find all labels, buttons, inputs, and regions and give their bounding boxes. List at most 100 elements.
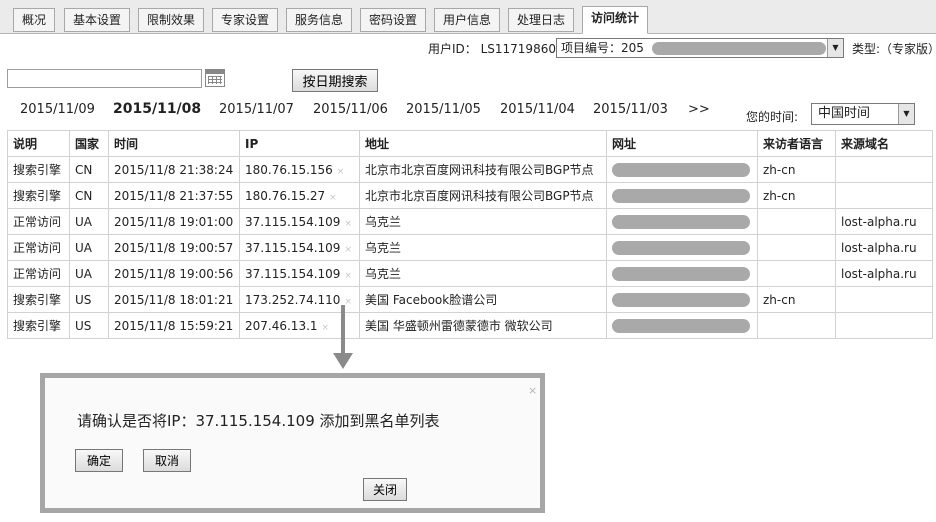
cell-source-domain: lost-alpha.ru [835,208,933,235]
add-blacklist-icon[interactable]: × [344,219,352,229]
timezone-label: 您的时间: [746,110,799,124]
date-link-1103[interactable]: 2015/11/03 [593,102,668,117]
cell-ip: 180.76.15.27 × [239,182,360,209]
header-source-domain: 来源域名 [835,130,933,157]
cell-ip: 37.115.154.109 × [239,208,360,235]
table-row: 正常访问 UA 2015/11/8 19:00:56 37.115.154.10… [7,260,933,287]
cell-visitor-language: zh-cn [757,156,836,183]
add-blacklist-icon[interactable]: × [337,167,345,177]
redacted-url [612,162,750,177]
redacted-project-number [652,42,826,55]
tab-restriction-effect[interactable]: 限制效果 [138,8,205,32]
cell-visitor-language: zh-cn [757,182,836,209]
tab-user-info[interactable]: 用户信息 [434,8,501,32]
search-by-date-button[interactable]: 按日期搜索 [292,69,378,92]
cell-source-domain [835,156,933,183]
date-input[interactable] [7,69,202,88]
cell-time: 2015/11/8 19:01:00 [108,208,240,235]
close-icon[interactable]: × [528,384,537,397]
cell-visitor-language [757,312,836,339]
date-link-1106[interactable]: 2015/11/06 [313,102,388,117]
cell-country: CN [69,182,109,209]
cell-time: 2015/11/8 19:00:56 [108,260,240,287]
cell-country: UA [69,234,109,261]
next-dates-link[interactable]: >> [688,102,710,117]
date-link-1105[interactable]: 2015/11/05 [406,102,481,117]
add-blacklist-icon[interactable]: × [322,323,330,333]
cell-description: 正常访问 [7,208,70,235]
add-blacklist-icon[interactable]: × [344,245,352,255]
cell-description: 搜索引擎 [7,286,70,313]
calendar-icon[interactable] [205,69,225,87]
cell-description: 搜索引擎 [7,156,70,183]
cell-address: 乌克兰 [359,208,607,235]
arrow-head-icon [333,353,353,369]
redacted-url [612,318,750,333]
cell-url [606,208,758,235]
cell-source-domain: lost-alpha.ru [835,260,933,287]
redacted-url [612,240,750,255]
cell-country: CN [69,156,109,183]
project-select[interactable]: 项目编号：205 ▼ [556,38,844,58]
add-blacklist-icon[interactable]: × [344,271,352,281]
header-time: 时间 [108,130,240,157]
ip-value: 180.76.15.156 [245,162,333,177]
cell-address: 乌克兰 [359,234,607,261]
chevron-down-icon: ▼ [898,104,914,124]
date-link-1104[interactable]: 2015/11/04 [500,102,575,117]
header-visitor-language: 来访者语言 [757,130,836,157]
cell-source-domain: lost-alpha.ru [835,234,933,261]
tab-process-log[interactable]: 处理日志 [508,8,575,32]
cell-time: 2015/11/8 21:37:55 [108,182,240,209]
visit-log-table: 说明 国家 时间 IP 地址 网址 来访者语言 来源域名 搜索引擎 CN 201… [7,130,933,339]
header-country: 国家 [69,130,109,157]
add-blacklist-icon[interactable]: × [344,297,352,307]
cell-country: UA [69,260,109,287]
table-row: 搜索引擎 US 2015/11/8 18:01:21 173.252.74.11… [7,286,933,313]
cell-country: US [69,312,109,339]
table-row: 搜索引擎 US 2015/11/8 15:59:21 207.46.13.1 × … [7,312,933,339]
tab-overview[interactable]: 概况 [13,8,56,32]
redacted-url [612,266,750,281]
cell-url [606,286,758,313]
tab-basic-settings[interactable]: 基本设置 [64,8,131,32]
cancel-button[interactable]: 取消 [143,449,191,472]
cell-time: 2015/11/8 19:00:57 [108,234,240,261]
cell-time: 2015/11/8 21:38:24 [108,156,240,183]
tab-password-settings[interactable]: 密码设置 [360,8,427,32]
ip-value: 180.76.15.27 [245,188,326,203]
tab-expert-settings[interactable]: 专家设置 [212,8,279,32]
date-link-1107[interactable]: 2015/11/07 [219,102,294,117]
cell-url [606,234,758,261]
cell-description: 搜索引擎 [7,182,70,209]
date-link-1108-current: 2015/11/08 [113,101,202,117]
cell-source-domain [835,182,933,209]
cell-description: 搜索引擎 [7,312,70,339]
cell-url [606,312,758,339]
cell-time: 2015/11/8 15:59:21 [108,312,240,339]
tab-visit-stats[interactable]: 访问统计 [582,6,649,34]
redacted-url [612,292,750,307]
confirm-button[interactable]: 确定 [75,449,123,472]
close-dialog-button[interactable]: 关闭 [363,478,407,501]
table-row: 搜索引擎 CN 2015/11/8 21:38:24 180.76.15.156… [7,156,933,183]
timezone-select[interactable]: 中国时间 ▼ [811,103,915,125]
cell-ip: 180.76.15.156 × [239,156,360,183]
cell-visitor-language [757,208,836,235]
ip-value: 37.115.154.109 [245,214,341,229]
add-blacklist-icon[interactable]: × [329,193,337,203]
cell-address: 北京市北京百度网讯科技有限公司BGP节点 [359,182,607,209]
redacted-url [612,214,750,229]
dialog-message: 请确认是否将IP：37.115.154.109 添加到黑名单列表 [77,412,440,430]
cell-url [606,182,758,209]
cell-time: 2015/11/8 18:01:21 [108,286,240,313]
tab-service-info[interactable]: 服务信息 [286,8,353,32]
table-row: 正常访问 UA 2015/11/8 19:01:00 37.115.154.10… [7,208,933,235]
date-link-1109[interactable]: 2015/11/09 [20,102,95,117]
cell-source-domain [835,286,933,313]
project-label: 项目编号：205 [561,41,644,55]
arrow-down-icon [341,305,345,355]
cell-ip: 37.115.154.109 × [239,234,360,261]
account-type: 类型:（专家版） [852,42,936,56]
header-address: 地址 [359,130,607,157]
